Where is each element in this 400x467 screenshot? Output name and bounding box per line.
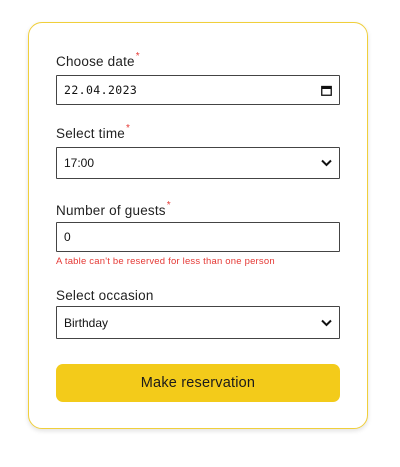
guests-value: 0 [64, 230, 71, 244]
time-label-text: Select time [56, 126, 125, 141]
time-label: Select time* [56, 123, 131, 141]
required-asterisk: * [166, 200, 171, 211]
calendar-icon[interactable] [320, 84, 332, 96]
date-value: 22.04.2023 [64, 83, 138, 97]
occasion-select[interactable]: Birthday [56, 306, 340, 339]
required-asterisk: * [135, 51, 140, 62]
date-label-text: Choose date [56, 54, 135, 69]
date-input[interactable]: 22.04.2023 [56, 75, 340, 105]
chevron-down-icon [320, 157, 332, 169]
guests-label: Number of guests* [56, 200, 171, 218]
guests-error-message: A table can't be reserved for less than … [56, 256, 275, 267]
make-reservation-button[interactable]: Make reservation [56, 364, 340, 402]
guests-label-text: Number of guests [56, 203, 166, 218]
occasion-value: Birthday [64, 315, 109, 330]
occasion-label: Select occasion [56, 288, 154, 303]
guests-input[interactable]: 0 [56, 222, 340, 252]
chevron-down-icon [320, 317, 332, 329]
time-value: 17:00 [64, 156, 95, 170]
time-select[interactable]: 17:00 [56, 147, 340, 179]
occasion-label-text: Select occasion [56, 288, 154, 303]
required-asterisk: * [125, 123, 131, 134]
date-label: Choose date* [56, 51, 140, 69]
